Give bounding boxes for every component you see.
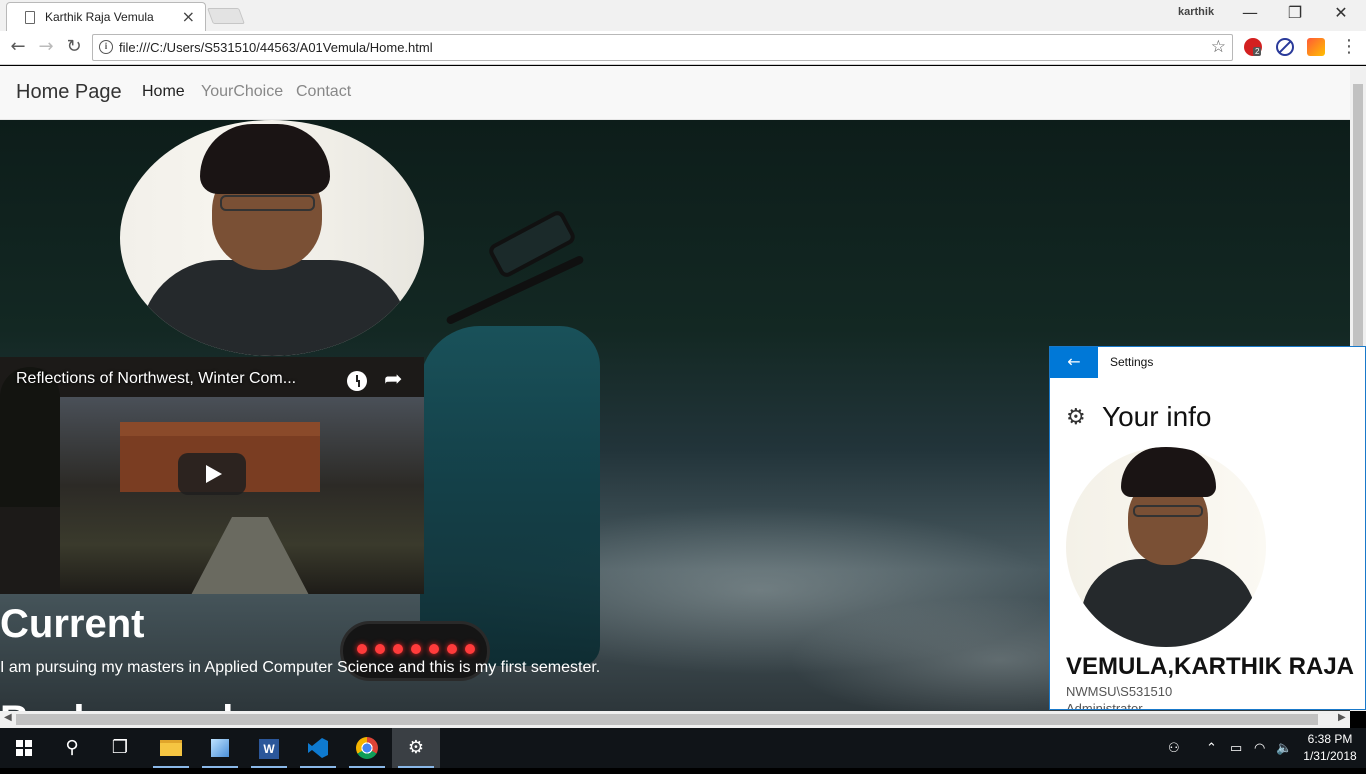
user-role: Administrator bbox=[1066, 701, 1143, 710]
app-button[interactable] bbox=[196, 728, 244, 768]
battery-icon[interactable]: ▭ bbox=[1230, 728, 1242, 768]
search-icon[interactable]: ⚲ bbox=[48, 728, 96, 768]
chrome-icon bbox=[356, 737, 378, 759]
play-button[interactable] bbox=[178, 453, 246, 495]
video-thumbnail bbox=[60, 397, 424, 594]
document-icon bbox=[25, 11, 35, 24]
avatar bbox=[1066, 447, 1266, 647]
clock-time: 6:38 PM bbox=[1307, 732, 1353, 746]
user-name: VEMULA,KARTHIK RAJA bbox=[1066, 653, 1354, 680]
video-title[interactable]: Reflections of Northwest, Winter Com... bbox=[16, 370, 296, 388]
nav-yourchoice[interactable]: YourChoice bbox=[201, 83, 283, 101]
restore-icon[interactable]: ❐ bbox=[1272, 3, 1318, 22]
browser-tab-strip: Karthik Raja Vemula × karthik — ❐ ✕ bbox=[0, 0, 1366, 31]
scroll-right-icon[interactable]: ▶ bbox=[1338, 712, 1346, 723]
browser-tab[interactable]: Karthik Raja Vemula × bbox=[6, 2, 206, 31]
minimize-icon[interactable]: — bbox=[1227, 3, 1273, 22]
app-extension-icon[interactable] bbox=[1307, 38, 1325, 56]
nav-home[interactable]: Home bbox=[142, 83, 185, 101]
profile-button[interactable]: karthik bbox=[1178, 6, 1214, 18]
cube-icon bbox=[211, 739, 229, 757]
extension-icon[interactable]: 2 bbox=[1244, 38, 1262, 56]
start-button[interactable] bbox=[0, 728, 48, 768]
browser-menu-icon[interactable]: ⋮ bbox=[1340, 36, 1358, 57]
word-icon: W bbox=[259, 739, 279, 759]
gear-icon: ⚙ bbox=[1066, 405, 1086, 430]
your-info-header: Your info bbox=[1102, 401, 1212, 432]
horizontal-scroll-thumb[interactable] bbox=[16, 714, 1318, 725]
folder-icon bbox=[160, 740, 182, 756]
taskbar: ⚲ ❐ W ⚙ ⚇ ⌃ ▭ ◠ 🔈 6:38 PM 1/31/2018 bbox=[0, 728, 1366, 768]
settings-window-title: Settings bbox=[1110, 355, 1154, 369]
url-text[interactable]: file:///C:/Users/S531510/44563/A01Vemula… bbox=[119, 40, 433, 55]
extension-badge: 2 bbox=[1253, 47, 1262, 56]
vscode-icon bbox=[308, 738, 328, 758]
block-extension-icon[interactable] bbox=[1276, 38, 1294, 56]
site-navbar: Home Page Home YourChoice Contact bbox=[0, 66, 1350, 120]
people-icon[interactable]: ⚇ bbox=[1168, 728, 1180, 768]
settings-window: ← Settings ⚙ Your info VEMULA,KARTHIK RA… bbox=[1049, 346, 1366, 710]
background-heading: Background bbox=[0, 698, 233, 711]
scroll-left-icon[interactable]: ◀ bbox=[4, 712, 12, 723]
user-account: NWMSU\S531510 bbox=[1066, 684, 1173, 699]
wifi-icon[interactable]: ◠ bbox=[1254, 728, 1265, 768]
windows-icon bbox=[16, 740, 32, 756]
site-brand[interactable]: Home Page bbox=[16, 81, 122, 104]
chrome-button[interactable] bbox=[343, 728, 391, 768]
motorcycle-image bbox=[420, 326, 600, 666]
watch-later-icon[interactable] bbox=[347, 371, 367, 391]
new-tab-button[interactable] bbox=[207, 8, 245, 24]
word-button[interactable]: W bbox=[245, 728, 293, 768]
address-bar[interactable]: i file:///C:/Users/S531510/44563/A01Vemu… bbox=[92, 34, 1233, 61]
embedded-video[interactable]: Reflections of Northwest, Winter Com... … bbox=[0, 357, 424, 594]
tab-close-icon[interactable]: × bbox=[182, 7, 195, 26]
close-icon[interactable]: ✕ bbox=[1318, 3, 1364, 22]
settings-taskbar-button[interactable]: ⚙ bbox=[392, 728, 440, 768]
vscode-button[interactable] bbox=[294, 728, 342, 768]
browser-toolbar: ← → ↻ i file:///C:/Users/S531510/44563/A… bbox=[0, 31, 1366, 65]
bookmark-star-icon[interactable]: ☆ bbox=[1211, 37, 1226, 57]
clock-date: 1/31/2018 bbox=[1303, 749, 1357, 763]
system-clock[interactable]: 6:38 PM 1/31/2018 bbox=[1300, 731, 1360, 765]
file-explorer-button[interactable] bbox=[147, 728, 195, 768]
profile-photo bbox=[120, 120, 424, 356]
back-icon[interactable]: ← bbox=[6, 36, 30, 57]
chevron-up-icon[interactable]: ⌃ bbox=[1206, 728, 1217, 768]
settings-back-button[interactable]: ← bbox=[1050, 347, 1098, 378]
current-heading: Current bbox=[0, 602, 145, 646]
site-info-icon[interactable]: i bbox=[99, 40, 113, 54]
volume-icon[interactable]: 🔈 bbox=[1276, 728, 1292, 768]
share-icon[interactable]: ➦ bbox=[384, 367, 402, 392]
tab-title: Karthik Raja Vemula bbox=[45, 10, 154, 24]
current-text: I am pursuing my masters in Applied Comp… bbox=[0, 659, 601, 676]
reload-icon[interactable]: ↻ bbox=[62, 36, 86, 57]
nav-contact[interactable]: Contact bbox=[296, 83, 351, 101]
horizontal-scrollbar[interactable]: ◀ ▶ bbox=[0, 711, 1350, 728]
forward-icon[interactable]: → bbox=[34, 36, 58, 57]
task-view-icon[interactable]: ❐ bbox=[96, 728, 144, 768]
